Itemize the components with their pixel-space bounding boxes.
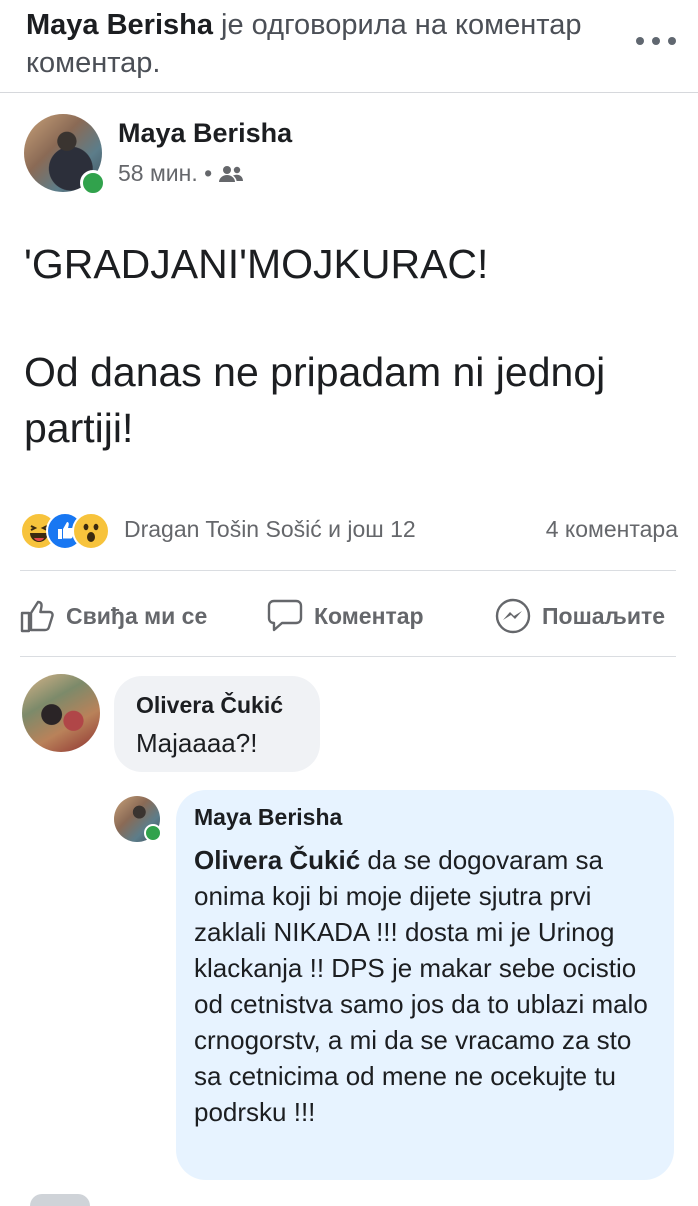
notification-header[interactable]: Maya Berisha је одговорила на коментар к… (0, 0, 698, 93)
comment-count[interactable]: 4 коментара (546, 516, 678, 543)
post-meta: 58 мин. • (118, 160, 244, 187)
thumbs-up-icon (20, 600, 54, 633)
post-line-1: 'GRADJANI'MOJKURAC! (24, 241, 489, 287)
comment-label: Коментар (314, 602, 424, 629)
wow-reaction-icon (72, 512, 110, 550)
reaction-icons (20, 512, 120, 550)
like-button[interactable]: Свиђа ми се (20, 586, 207, 646)
notification-actor[interactable]: Maya Berisha (26, 9, 213, 41)
divider (20, 656, 676, 657)
reply-bubble[interactable]: Maya Berisha Olivera Čukić da se dogovar… (176, 790, 674, 1180)
like-label: Свиђа ми се (66, 602, 208, 629)
next-comment-avatar (30, 1194, 90, 1206)
messenger-icon (495, 598, 531, 634)
comment-author[interactable]: Olivera Čukić (136, 692, 283, 719)
more-options-icon[interactable] (636, 26, 676, 56)
comment-bubble[interactable]: Olivera Čukić Majaaaa?! (114, 676, 320, 772)
comment-button[interactable]: Коментар (266, 586, 424, 646)
notification-text: Maya Berisha је одговорила на коментар к… (26, 6, 586, 82)
commenter-avatar[interactable] (22, 674, 100, 752)
comment-icon (267, 599, 303, 632)
post-time[interactable]: 58 мин. • (118, 160, 212, 187)
reactions-summary[interactable]: Dragan Tošin Sošić и још 12 4 коментара (20, 510, 680, 550)
post-author-name[interactable]: Maya Berisha (118, 118, 292, 149)
divider (20, 570, 676, 571)
reaction-names[interactable]: Dragan Tošin Sošić и још 12 (124, 516, 416, 543)
reply-mention[interactable]: Olivera Čukić (194, 845, 360, 875)
reply-body: da se dogovaram sa onima koji bi moje di… (194, 845, 648, 1127)
online-status-dot (144, 824, 162, 842)
post-actions-bar: Свиђа ми се Коментар Пошаљите (0, 586, 698, 646)
send-button[interactable]: Пошаљите (494, 586, 665, 646)
online-status-dot (80, 170, 106, 196)
reply-author[interactable]: Maya Berisha (194, 804, 342, 831)
reply-text: Olivera Čukić da se dogovaram sa onima k… (194, 842, 660, 1130)
comment-text: Majaaaa?! (136, 728, 258, 758)
post-content: 'GRADJANI'MOJKURAC! Od danas ne pripadam… (24, 236, 674, 456)
send-label: Пошаљите (542, 602, 666, 629)
friends-icon (219, 165, 244, 182)
post-line-2: Od danas ne pripadam ni jednoj partiji! (24, 349, 606, 451)
